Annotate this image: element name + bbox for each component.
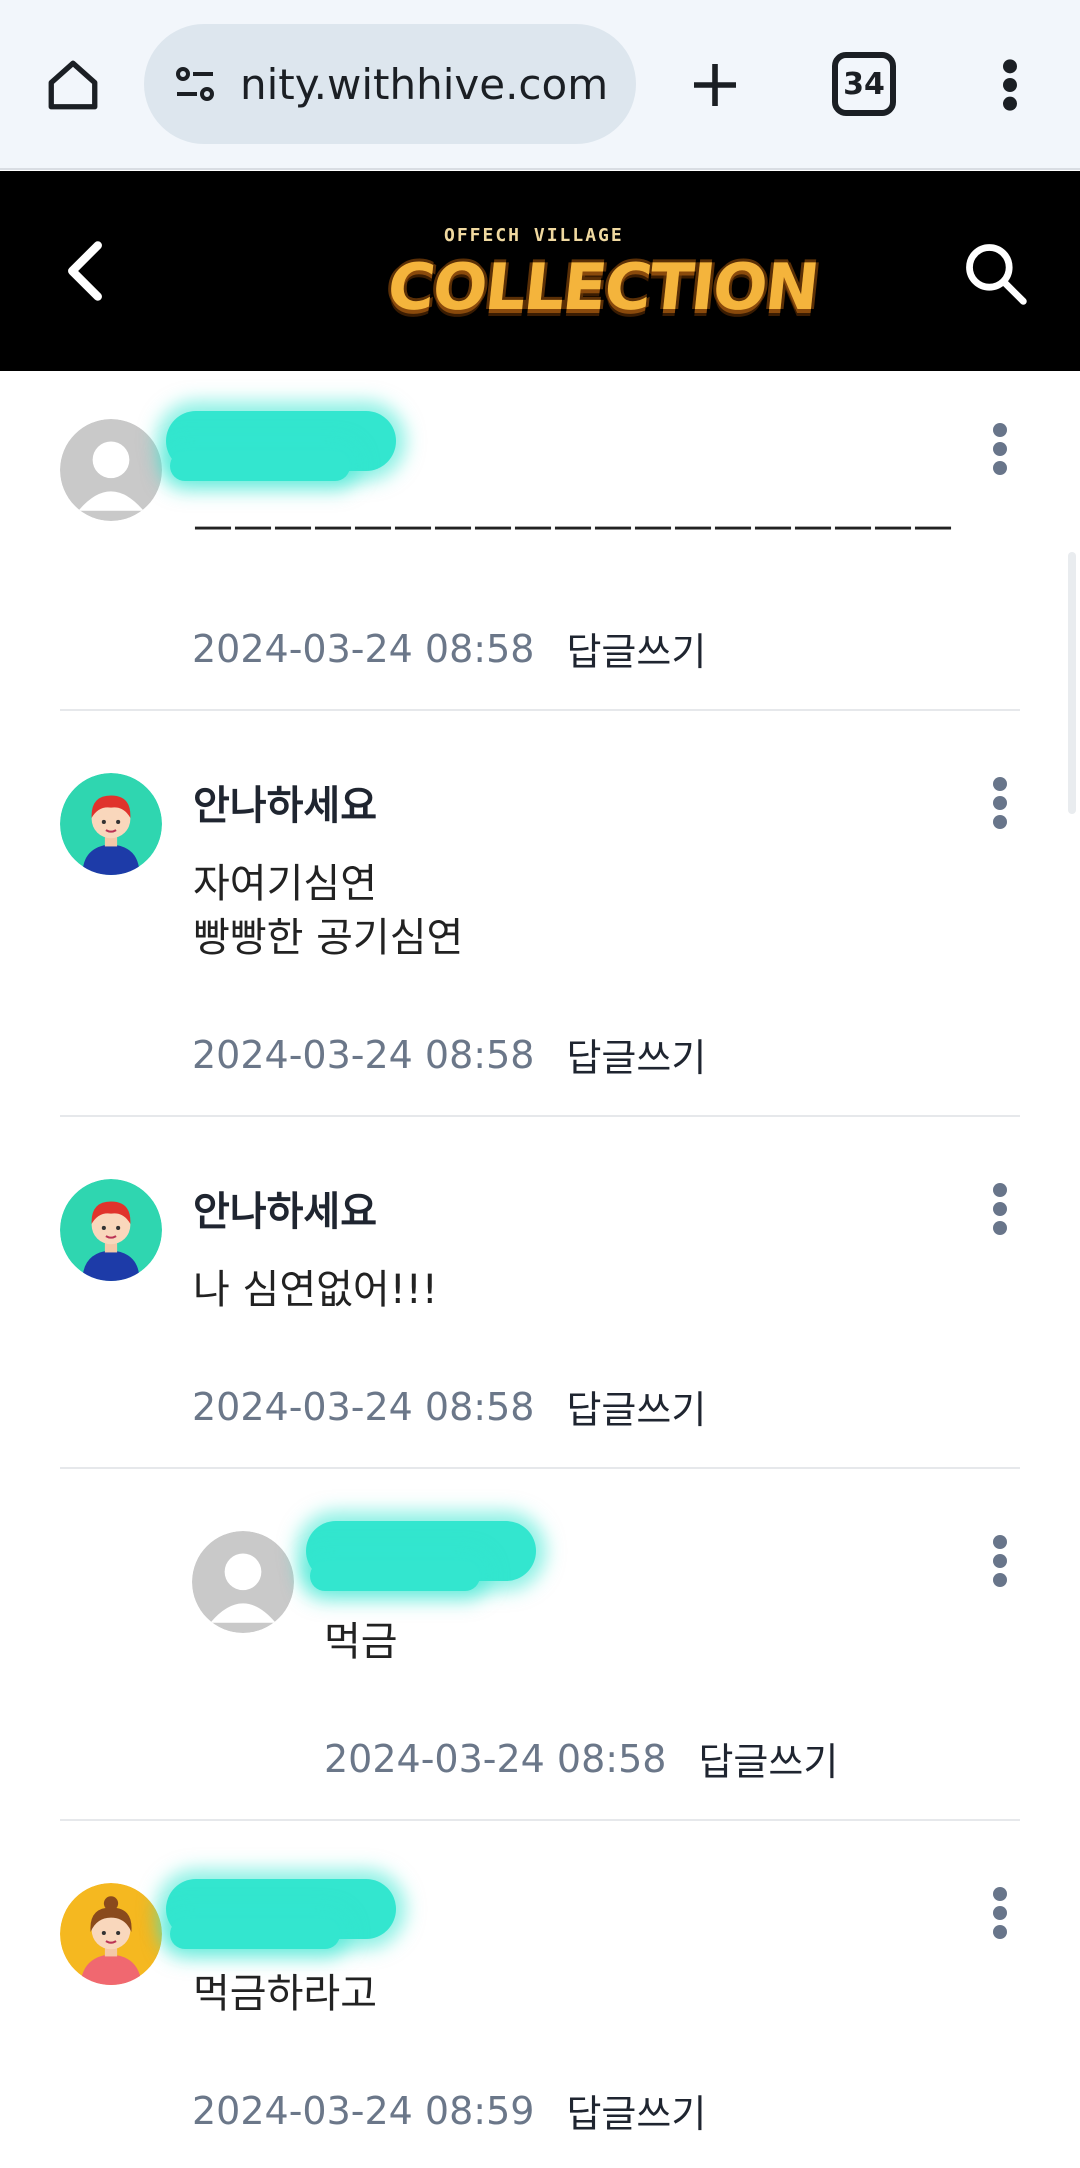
- url-text[interactable]: nity.withhive.com: [240, 60, 608, 109]
- back-arrow-icon[interactable]: [50, 231, 120, 311]
- reply-button[interactable]: 답글쓰기: [698, 1731, 838, 1786]
- comment-author[interactable]: 안나하세요: [193, 773, 377, 831]
- comment-body: 나 심연없어!!!: [193, 1267, 438, 1313]
- more-options-icon[interactable]: [980, 773, 1020, 833]
- comment-date: 2024-03-24 08:58: [324, 1736, 667, 1781]
- tab-count: 34: [843, 66, 885, 102]
- new-tab-icon[interactable]: [680, 50, 750, 120]
- comment-item: 안나하세요 나 심연없어!!! 2024-03-24 08:58 답글쓰기: [60, 1117, 1020, 1469]
- default-avatar-icon[interactable]: [192, 1531, 294, 1633]
- redacted-author: [170, 1919, 340, 1949]
- boy-avatar-icon[interactable]: [60, 773, 162, 875]
- comment-body: 먹금: [324, 1619, 398, 1665]
- reply-button[interactable]: 답글쓰기: [566, 1379, 706, 1434]
- comment-body: 먹금하라고: [193, 1971, 377, 2017]
- comment-date: 2024-03-24 08:58: [192, 626, 535, 671]
- comment-item: 안나하세요 자여기심연 빵빵한 공기심연 2024-03-24 08:58 답글…: [60, 711, 1020, 1117]
- logo-main-text: COLLECTION: [384, 251, 821, 325]
- reply-button[interactable]: 답글쓰기: [566, 1027, 706, 1082]
- girl-avatar-icon[interactable]: [60, 1883, 162, 1985]
- tab-switcher-button[interactable]: 34: [832, 52, 896, 116]
- comment-meta: 2024-03-24 08:58 답글쓰기: [192, 1027, 706, 1082]
- comment-meta: 2024-03-24 08:58 답글쓰기: [324, 1731, 838, 1786]
- comment-date: 2024-03-24 08:58: [192, 1384, 535, 1429]
- boy-avatar-icon[interactable]: [60, 1179, 162, 1281]
- reply-button[interactable]: 답글쓰기: [566, 2083, 706, 2138]
- comment-meta: 2024-03-24 08:59 답글쓰기: [192, 2083, 706, 2138]
- reply-comment-item: 먹금 2024-03-24 08:58 답글쓰기: [60, 1469, 1020, 1821]
- comment-author[interactable]: 안나하세요: [193, 1179, 377, 1237]
- comment-date: 2024-03-24 08:58: [192, 1032, 535, 1077]
- browser-toolbar: nity.withhive.com 34: [0, 0, 1080, 170]
- comment-date: 2024-03-24 08:59: [192, 2088, 535, 2133]
- collection-logo[interactable]: OFFECH VILLAGE COLLECTION: [380, 221, 821, 331]
- site-settings-icon[interactable]: [168, 57, 222, 111]
- default-avatar-icon[interactable]: [60, 419, 162, 521]
- more-options-icon[interactable]: [980, 419, 1020, 479]
- comment-list: ——————————————————— 2024-03-24 08:58 답글쓰…: [0, 371, 1080, 2168]
- comment-meta: 2024-03-24 08:58 답글쓰기: [192, 621, 706, 676]
- more-options-icon[interactable]: [980, 1179, 1020, 1239]
- comment-item: ——————————————————— 2024-03-24 08:58 답글쓰…: [60, 371, 1020, 711]
- logo-small-text: OFFECH VILLAGE: [444, 225, 624, 246]
- redacted-author: [170, 451, 350, 481]
- address-bar[interactable]: nity.withhive.com: [144, 24, 636, 144]
- comment-body: 자여기심연 빵빵한 공기심연: [193, 861, 464, 961]
- search-icon[interactable]: [955, 233, 1035, 313]
- comment-body: ———————————————————: [193, 503, 953, 549]
- home-icon[interactable]: [38, 50, 108, 120]
- more-options-icon[interactable]: [980, 1883, 1020, 1943]
- app-header: OFFECH VILLAGE COLLECTION: [0, 171, 1080, 371]
- more-vert-icon[interactable]: [985, 50, 1035, 120]
- comment-meta: 2024-03-24 08:58 답글쓰기: [192, 1379, 706, 1434]
- redacted-author: [310, 1561, 480, 1591]
- more-options-icon[interactable]: [980, 1531, 1020, 1591]
- reply-button[interactable]: 답글쓰기: [566, 621, 706, 676]
- comment-item: 먹금하라고 2024-03-24 08:59 답글쓰기: [60, 1821, 1020, 2168]
